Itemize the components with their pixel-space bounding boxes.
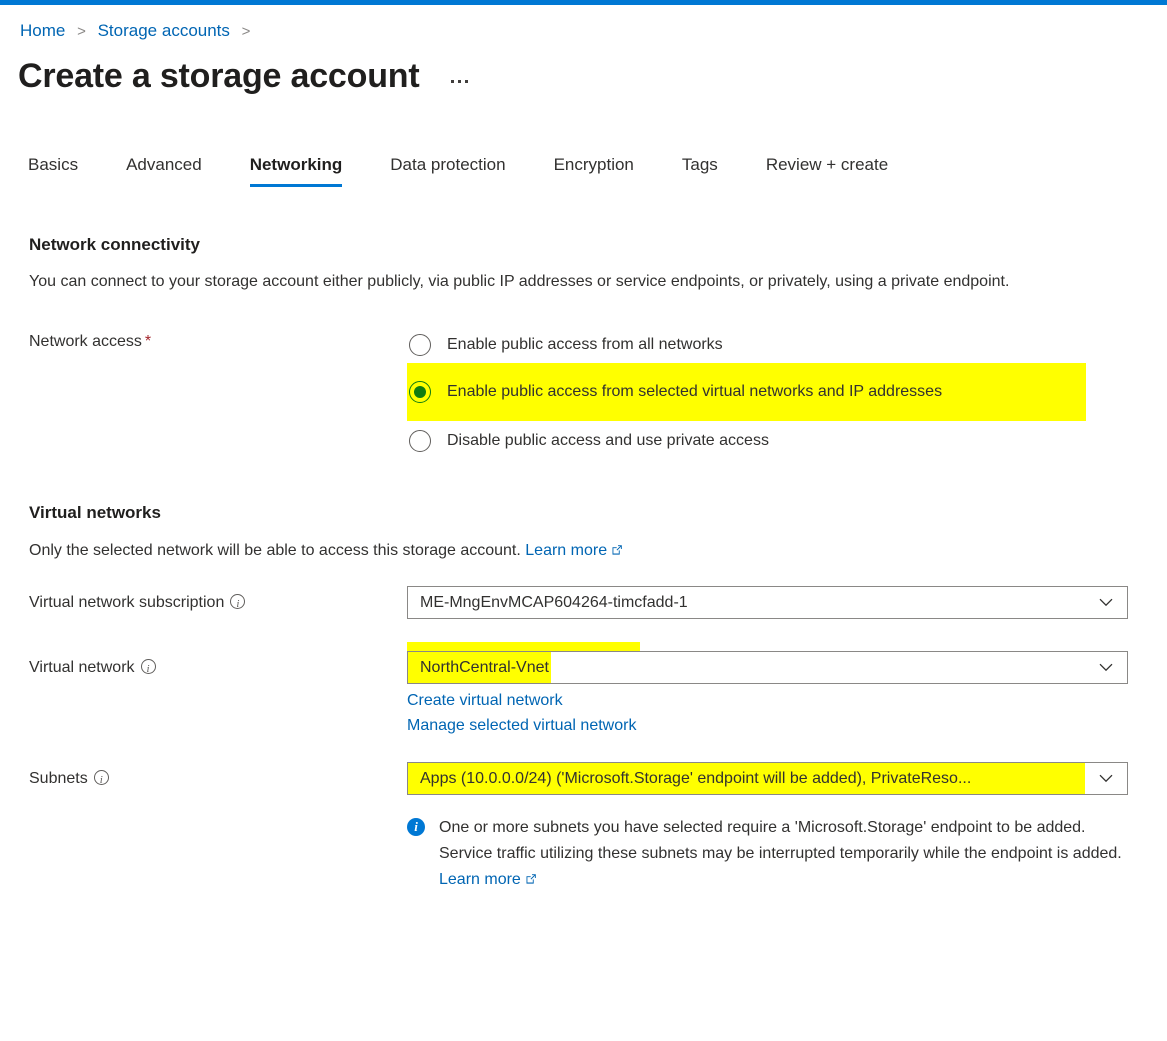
vnet-highlight-top bbox=[407, 642, 640, 651]
breadcrumb-separator-icon-2: > bbox=[241, 23, 251, 40]
network-access-field-row: Network access * Enable public access fro… bbox=[29, 325, 1167, 459]
virtual-networks-description-text: Only the selected network will be able t… bbox=[29, 542, 521, 559]
subnets-dropdown[interactable]: Apps (10.0.0.0/24) ('Microsoft.Storage' … bbox=[407, 762, 1128, 795]
manage-selected-virtual-network-link[interactable]: Manage selected virtual network bbox=[407, 713, 1128, 738]
radio-circle-selected-icon bbox=[409, 381, 431, 403]
external-link-icon-2 bbox=[525, 868, 537, 894]
subnets-notice-body: One or more subnets you have selected re… bbox=[439, 819, 1122, 862]
radio-label-selected-networks: Enable public access from selected virtu… bbox=[447, 383, 943, 400]
more-options-icon[interactable] bbox=[447, 74, 472, 89]
info-icon-2[interactable] bbox=[140, 658, 156, 680]
info-icon-badge: i bbox=[407, 818, 425, 836]
vnet-subscription-field-row: Virtual network subscription ME-MngEnvMC… bbox=[29, 586, 1167, 619]
virtual-networks-heading: Virtual networks bbox=[29, 503, 161, 522]
vnet-value: NorthCentral-Vnet bbox=[408, 652, 551, 683]
subnets-notice-learn-more-link[interactable]: Learn more bbox=[439, 871, 521, 888]
radio-circle-icon bbox=[409, 334, 431, 356]
required-asterisk: * bbox=[144, 333, 152, 350]
title-row: Create a storage account bbox=[0, 43, 1167, 97]
breadcrumb-separator-icon: > bbox=[77, 23, 86, 40]
breadcrumb: Home > Storage accounts > bbox=[0, 5, 1167, 43]
virtual-networks-learn-more-link[interactable]: Learn more bbox=[525, 542, 607, 559]
radio-disable-public-access[interactable]: Disable public access and use private ac… bbox=[407, 423, 1086, 459]
breadcrumb-item-home[interactable]: Home bbox=[20, 21, 65, 40]
subnets-field-row: Subnets Apps (10.0.0.0/24) ('Microsoft.S… bbox=[29, 762, 1167, 894]
subnets-value: Apps (10.0.0.0/24) ('Microsoft.Storage' … bbox=[408, 763, 1085, 794]
vnet-subscription-control: ME-MngEnvMCAP604264-timcfadd-1 bbox=[407, 586, 1128, 619]
tab-encryption[interactable]: Encryption bbox=[554, 155, 634, 187]
breadcrumb-item-storage-accounts[interactable]: Storage accounts bbox=[98, 21, 230, 40]
tab-tags[interactable]: Tags bbox=[682, 155, 718, 187]
vnet-subscription-label-text: Virtual network subscription bbox=[29, 594, 225, 611]
subnets-label-text: Subnets bbox=[29, 770, 88, 787]
tab-data-protection[interactable]: Data protection bbox=[390, 155, 505, 187]
external-link-icon bbox=[611, 539, 623, 564]
page-title: Create a storage account bbox=[18, 57, 420, 95]
chevron-down-icon bbox=[1085, 598, 1127, 607]
ellipsis-dot-2 bbox=[458, 79, 462, 83]
network-access-label-text: Network access bbox=[29, 333, 142, 350]
virtual-networks-description: Only the selected network will be able t… bbox=[29, 538, 1074, 564]
vnet-dropdown[interactable]: NorthCentral-Vnet bbox=[407, 651, 1128, 684]
tab-basics[interactable]: Basics bbox=[28, 155, 78, 187]
tab-review-create[interactable]: Review + create bbox=[766, 155, 888, 187]
radio-enable-public-access-all-networks[interactable]: Enable public access from all networks bbox=[407, 327, 1086, 363]
chevron-down-icon-3 bbox=[1085, 774, 1127, 783]
tab-bar: Basics Advanced Networking Data protecti… bbox=[0, 143, 1167, 187]
chevron-down-icon-2 bbox=[1085, 663, 1127, 672]
vnet-subscription-label: Virtual network subscription bbox=[29, 586, 407, 615]
vnet-label: Virtual network bbox=[29, 651, 407, 680]
ellipsis-dot-3 bbox=[465, 79, 469, 83]
vnet-sub-links: Create virtual network Manage selected v… bbox=[407, 688, 1128, 738]
ellipsis-dot-1 bbox=[451, 79, 455, 83]
network-connectivity-heading: Network connectivity bbox=[29, 235, 200, 254]
create-virtual-network-link[interactable]: Create virtual network bbox=[407, 688, 1128, 713]
subnets-label: Subnets bbox=[29, 762, 407, 791]
radio-enable-public-access-selected-networks[interactable]: Enable public access from selected virtu… bbox=[407, 363, 1086, 421]
vnet-subscription-value: ME-MngEnvMCAP604264-timcfadd-1 bbox=[420, 593, 688, 611]
subnets-notice: i One or more subnets you have selected … bbox=[407, 815, 1128, 894]
network-connectivity-description: You can connect to your storage account … bbox=[29, 273, 1010, 290]
radio-label-all-networks: Enable public access from all networks bbox=[447, 336, 723, 353]
tab-networking[interactable]: Networking bbox=[249, 155, 342, 187]
tab-advanced[interactable]: Advanced bbox=[126, 155, 202, 187]
vnet-control: NorthCentral-Vnet Create virtual network… bbox=[407, 642, 1128, 738]
vnet-subscription-dropdown[interactable]: ME-MngEnvMCAP604264-timcfadd-1 bbox=[407, 586, 1128, 619]
subnets-notice-text: One or more subnets you have selected re… bbox=[439, 815, 1128, 894]
vnet-label-text: Virtual network bbox=[29, 659, 135, 676]
network-access-radio-group: Enable public access from all networks E… bbox=[407, 325, 1086, 459]
radio-circle-icon-3 bbox=[409, 430, 431, 452]
vnet-field-row: Virtual network NorthCentral-Vnet Create… bbox=[29, 642, 1167, 738]
network-access-label: Network access * bbox=[29, 325, 407, 353]
radio-label-disable-public-access: Disable public access and use private ac… bbox=[447, 432, 769, 449]
info-icon-3[interactable] bbox=[93, 769, 109, 791]
subnets-control: Apps (10.0.0.0/24) ('Microsoft.Storage' … bbox=[407, 762, 1128, 894]
info-icon[interactable] bbox=[230, 593, 246, 615]
